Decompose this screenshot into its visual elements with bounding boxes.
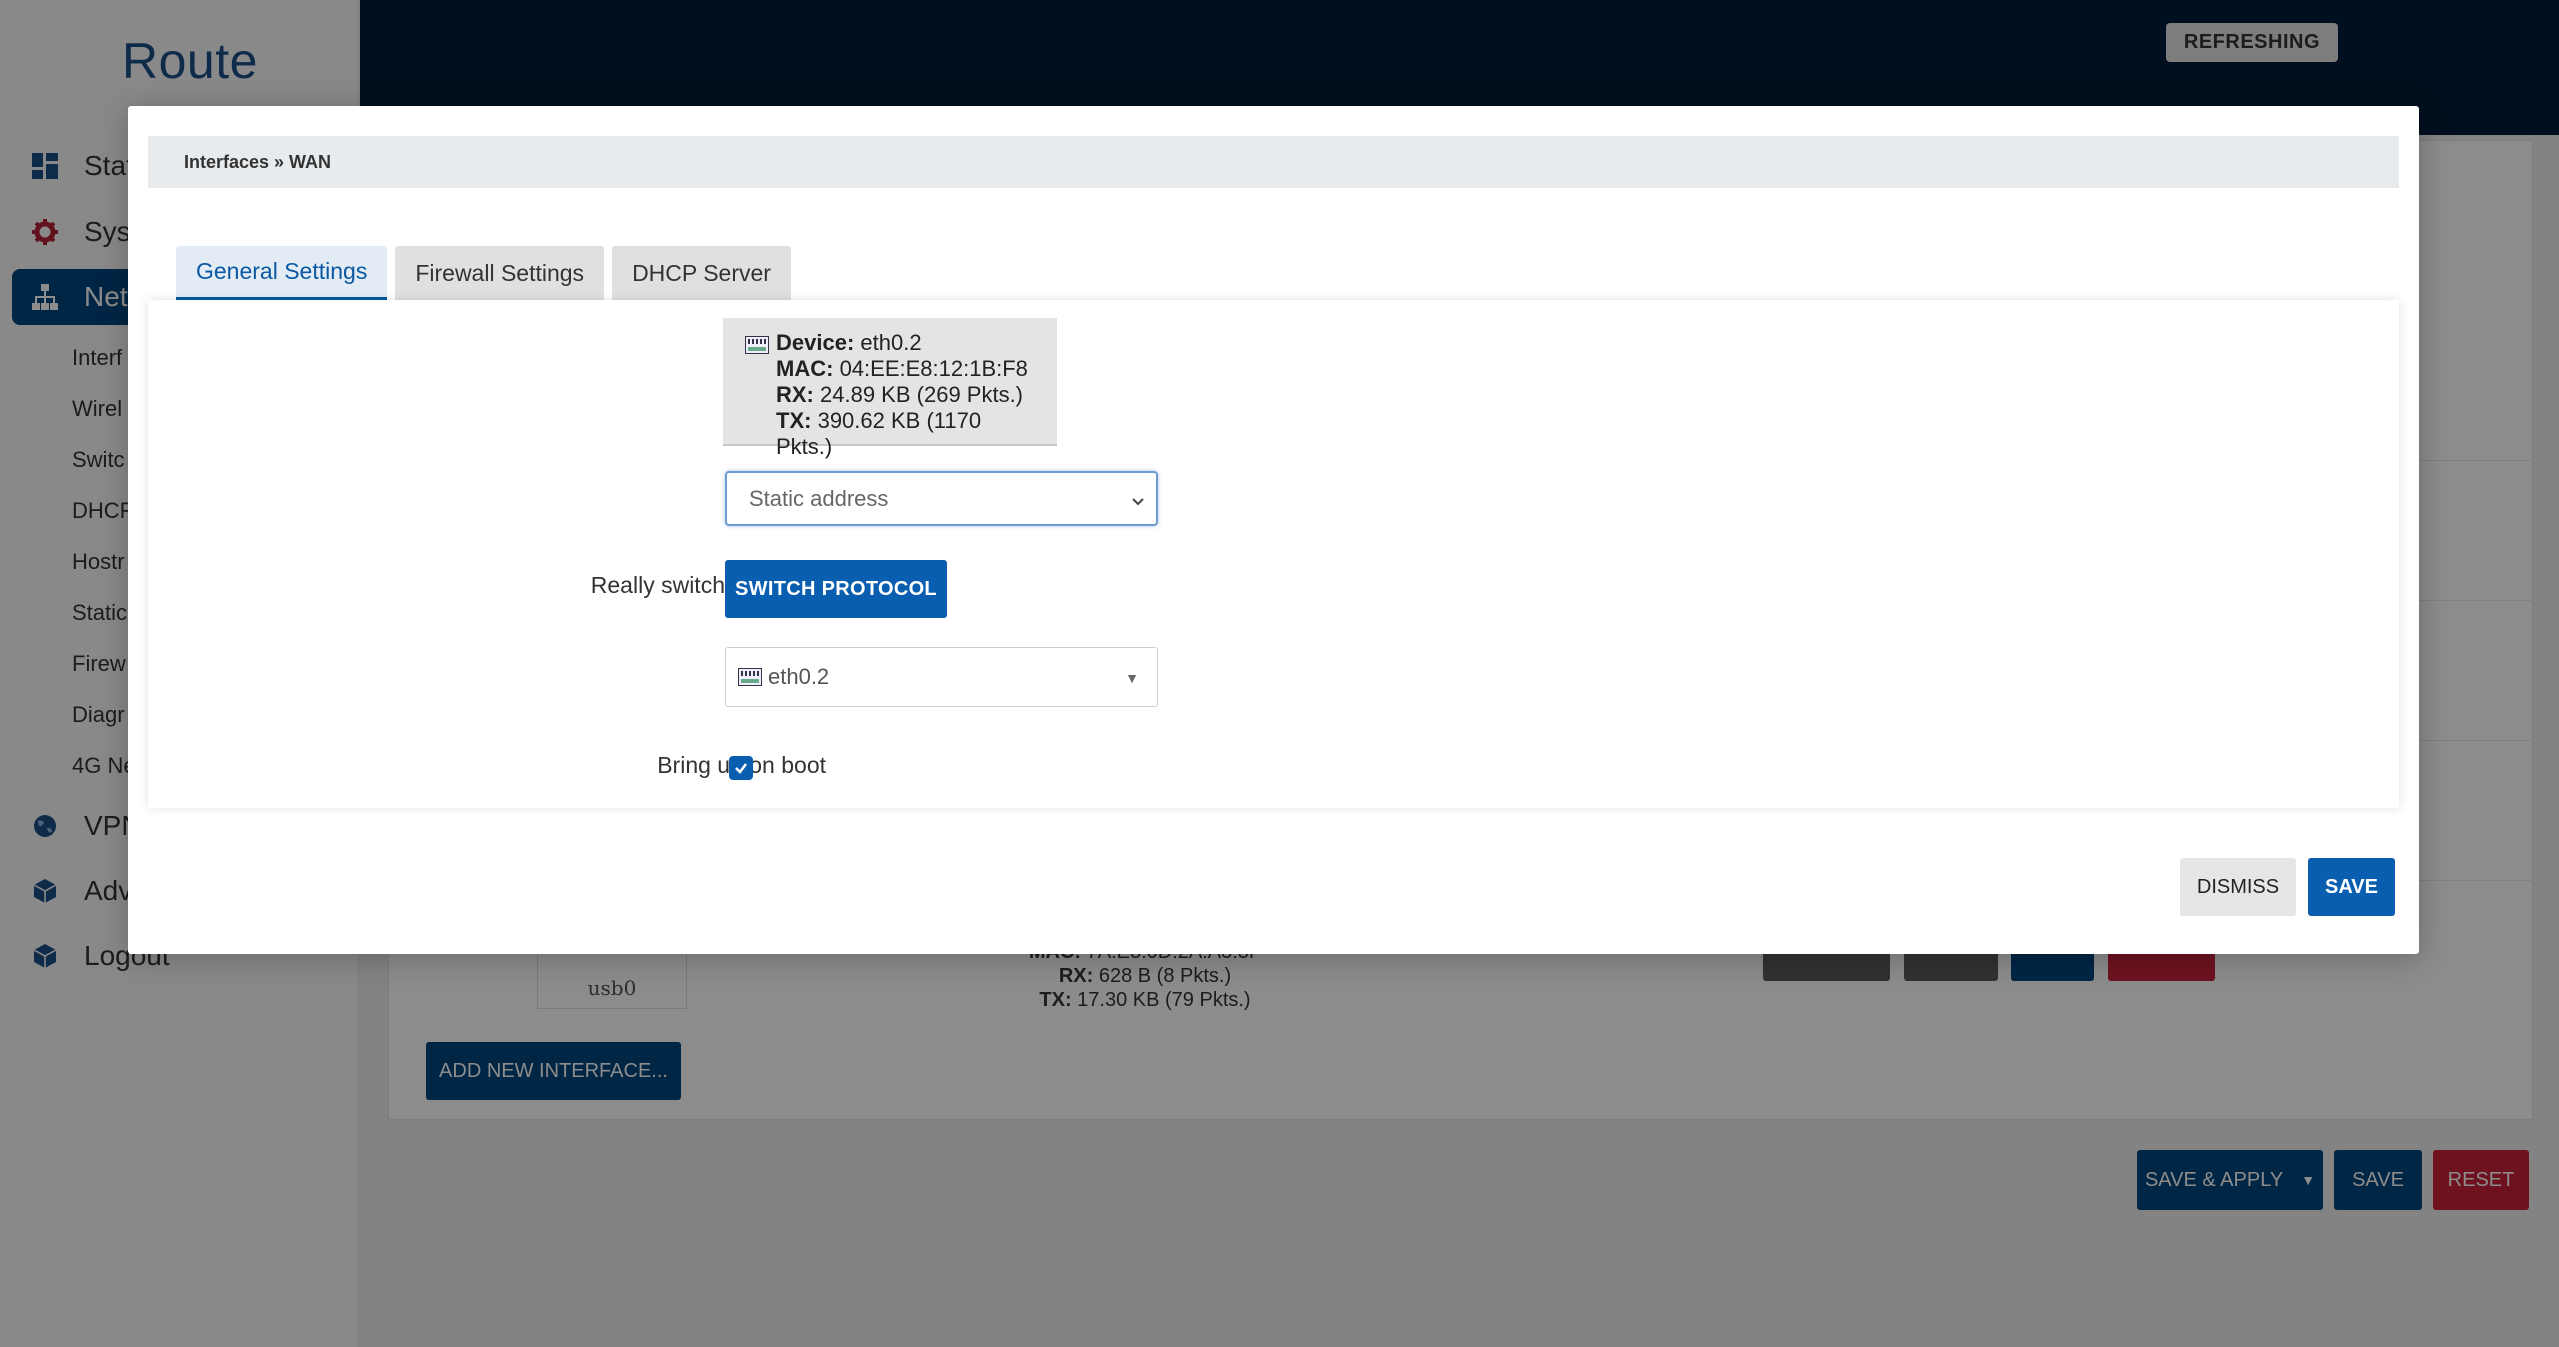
status-mac-label: MAC: — [776, 356, 834, 381]
switch-protocol-button[interactable]: SWITCH PROTOCOL — [725, 560, 947, 618]
switch-protocol-row: Really switch protocol? — [128, 572, 826, 612]
caret-down-icon: ▼ — [1125, 670, 1139, 686]
interface-status-box: Device: eth0.2 MAC: 04:EE:E8:12:1B:F8 RX… — [723, 318, 1057, 459]
device-select-value: eth0.2 — [768, 664, 830, 689]
protocol-select-value: Static address — [749, 485, 889, 511]
status-rx-label: RX: — [776, 382, 814, 407]
dismiss-button[interactable]: DISMISS — [2180, 858, 2296, 916]
device-select[interactable]: eth0.2 ▼ — [725, 647, 1158, 707]
tab-firewall-settings[interactable]: Firewall Settings — [395, 246, 605, 300]
tab-dhcp-server[interactable]: DHCP Server — [612, 246, 791, 300]
protocol-select[interactable]: Static address — [725, 471, 1158, 526]
bring-up-on-boot-checkbox[interactable] — [729, 756, 753, 780]
chevron-down-icon — [1130, 489, 1146, 515]
tab-general-settings[interactable]: General Settings — [176, 246, 388, 300]
protocol-row: Protocol — [128, 488, 826, 528]
general-settings-panel — [148, 300, 2399, 808]
boot-row: Bring up on boot — [128, 752, 826, 792]
status-tx-label: TX: — [776, 408, 812, 433]
save-button[interactable]: SAVE — [2308, 858, 2395, 916]
device-row: Device — [128, 667, 826, 707]
breadcrumb: Interfaces » WAN — [148, 136, 2399, 188]
edit-interface-modal: Interfaces » WAN General Settings Firewa… — [128, 106, 2419, 954]
ethernet-port-icon — [745, 334, 769, 360]
status-mac-value: 04:EE:E8:12:1B:F8 — [839, 356, 1028, 381]
status-device-value: eth0.2 — [860, 330, 922, 355]
checkmark-icon — [735, 763, 747, 774]
modal-tabs: General Settings Firewall Settings DHCP … — [176, 246, 799, 300]
status-rx-value: 24.89 KB (269 Pkts.) — [820, 382, 1024, 407]
status-device-label: Device: — [776, 330, 855, 355]
ethernet-port-icon — [738, 668, 762, 686]
status-row: Status — [128, 332, 826, 372]
